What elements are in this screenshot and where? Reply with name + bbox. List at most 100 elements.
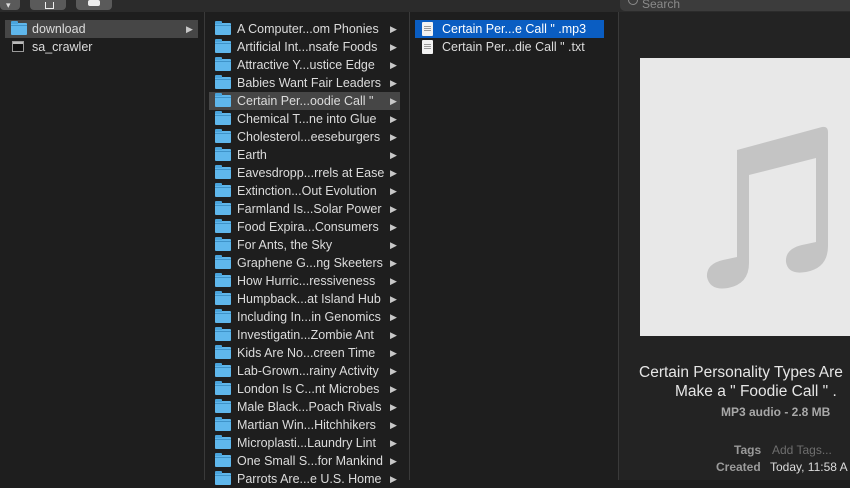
folder-icon: [215, 201, 231, 215]
folder-row[interactable]: Earth ▶: [209, 146, 400, 164]
folder-row[interactable]: Graphene G...ng Skeeters ▶: [209, 254, 400, 272]
folder-icon: [215, 381, 231, 395]
folder-row[interactable]: London Is C...nt Microbes ▶: [209, 380, 400, 398]
chevron-right-icon: ▶: [390, 258, 397, 268]
chevron-right-icon: ▶: [390, 330, 397, 340]
folder-row[interactable]: Microplasti...Laundry Lint ▶: [209, 434, 400, 452]
folder-icon: [215, 345, 231, 359]
folder-row[interactable]: Parrots Are...e U.S. Home ▶: [209, 470, 400, 488]
folder-row[interactable]: How Hurric...ressiveness ▶: [209, 272, 400, 290]
folder-icon: [215, 129, 231, 143]
tags-button[interactable]: [76, 0, 112, 10]
folder-row[interactable]: Investigatin...Zombie Ant ▶: [209, 326, 400, 344]
preview-title-line1: Certain Personality Types Are: [639, 364, 843, 381]
folder-row[interactable]: Artificial Int...nsafe Foods ▶: [209, 38, 400, 56]
folder-label: One Small S...for Mankind: [237, 454, 383, 468]
folder-row[interactable]: A Computer...om Phonies ▶: [209, 20, 400, 38]
chevron-right-icon: ▶: [390, 204, 397, 214]
folder-icon: [215, 471, 231, 485]
folder-row[interactable]: Male Black...Poach Rivals ▶: [209, 398, 400, 416]
folder-icon: [215, 453, 231, 467]
folder-label: A Computer...om Phonies: [237, 22, 379, 36]
folder-icon: [215, 183, 231, 197]
search-field[interactable]: Search: [620, 0, 850, 11]
folder-icon: [215, 75, 231, 89]
folder-icon: [215, 417, 231, 431]
chevron-right-icon: ▶: [390, 186, 397, 196]
chevron-right-icon: ▶: [390, 420, 397, 430]
folder-row[interactable]: Extinction...Out Evolution ▶: [209, 182, 400, 200]
chevron-right-icon: ▶: [186, 24, 193, 34]
folder-label: Parrots Are...e U.S. Home: [237, 472, 382, 486]
chevron-right-icon: ▶: [390, 222, 397, 232]
list-item-sa-crawler[interactable]: sa_crawler: [5, 38, 198, 56]
folder-row[interactable]: Martian Win...Hitchhikers ▶: [209, 416, 400, 434]
folder-row[interactable]: Including In...in Genomics ▶: [209, 308, 400, 326]
folder-icon: [215, 435, 231, 449]
folder-row[interactable]: One Small S...for Mankind ▶: [209, 452, 400, 470]
folder-label: Artificial Int...nsafe Foods: [237, 40, 378, 54]
file-item-mp3[interactable]: Certain Per...e Call " .mp3: [415, 20, 604, 38]
folder-label: Graphene G...ng Skeeters: [237, 256, 383, 270]
folder-icon: [215, 111, 231, 125]
chevron-down-icon: ▾: [6, 0, 11, 10]
folder-row[interactable]: Babies Want Fair Leaders ▶: [209, 74, 400, 92]
folder-icon: [215, 363, 231, 377]
item-label: sa_crawler: [32, 40, 93, 54]
search-icon: [628, 0, 638, 5]
folder-icon: [215, 399, 231, 413]
folder-icon: [215, 273, 231, 287]
tag-icon: [88, 0, 100, 6]
folder-row[interactable]: Cholesterol...eeseburgers ▶: [209, 128, 400, 146]
chevron-right-icon: ▶: [390, 366, 397, 376]
chevron-right-icon: ▶: [390, 438, 397, 448]
folder-icon: [11, 21, 27, 35]
folder-icon: [215, 39, 231, 53]
folder-row[interactable]: Attractive Y...ustice Edge ▶: [209, 56, 400, 74]
folder-icon: [215, 255, 231, 269]
music-note-icon: [706, 126, 828, 289]
text-file-icon: [422, 40, 433, 54]
folder-label: Farmland Is...Solar Power: [237, 202, 382, 216]
preview-thumbnail: [640, 58, 850, 336]
chevron-right-icon: ▶: [390, 276, 397, 286]
folder-label: Lab-Grown...rainy Activity: [237, 364, 379, 378]
folder-icon: [215, 147, 231, 161]
audio-file-icon: [422, 22, 433, 36]
folder-label: Attractive Y...ustice Edge: [237, 58, 375, 72]
folder-icon: [215, 165, 231, 179]
folder-row[interactable]: For Ants, the Sky ▶: [209, 236, 400, 254]
folder-label: For Ants, the Sky: [237, 238, 333, 252]
preview-title-line2: Make a " Foodie Call " .: [675, 383, 837, 400]
folder-row[interactable]: Certain Per...oodie Call " ▶: [209, 92, 400, 110]
chevron-right-icon: ▶: [390, 240, 397, 250]
file-item-txt[interactable]: Certain Per...die Call " .txt: [415, 38, 604, 56]
chevron-right-icon: ▶: [390, 312, 397, 322]
share-icon: [45, 2, 54, 9]
folder-icon: [215, 237, 231, 251]
folder-row[interactable]: Humpback...at Island Hub ▶: [209, 290, 400, 308]
tags-label: Tags: [734, 443, 762, 457]
tags-field[interactable]: Add Tags...: [772, 443, 832, 457]
column-3[interactable]: [410, 12, 618, 480]
item-label: download: [32, 22, 86, 36]
chevron-right-icon: ▶: [390, 132, 397, 142]
folder-label: Including In...in Genomics: [237, 310, 381, 324]
chevron-right-icon: ▶: [390, 24, 397, 34]
folder-row[interactable]: Kids Are No...creen Time ▶: [209, 344, 400, 362]
folder-label: Microplasti...Laundry Lint: [237, 436, 376, 450]
view-options-button[interactable]: ▾: [0, 0, 20, 10]
folder-row[interactable]: Eavesdropp...rrels at Ease ▶: [209, 164, 400, 182]
folder-icon: [215, 309, 231, 323]
column-1[interactable]: [0, 12, 204, 480]
list-item-download[interactable]: download ▶: [5, 20, 198, 38]
chevron-right-icon: ▶: [390, 42, 397, 52]
folder-label: Martian Win...Hitchhikers: [237, 418, 376, 432]
folder-row[interactable]: Farmland Is...Solar Power ▶: [209, 200, 400, 218]
file-label: Certain Per...e Call " .mp3: [442, 22, 587, 36]
folder-label: Chemical T...ne into Glue: [237, 112, 377, 126]
folder-row[interactable]: Chemical T...ne into Glue ▶: [209, 110, 400, 128]
share-button[interactable]: [30, 0, 66, 10]
folder-row[interactable]: Lab-Grown...rainy Activity ▶: [209, 362, 400, 380]
folder-row[interactable]: Food Expira...Consumers ▶: [209, 218, 400, 236]
